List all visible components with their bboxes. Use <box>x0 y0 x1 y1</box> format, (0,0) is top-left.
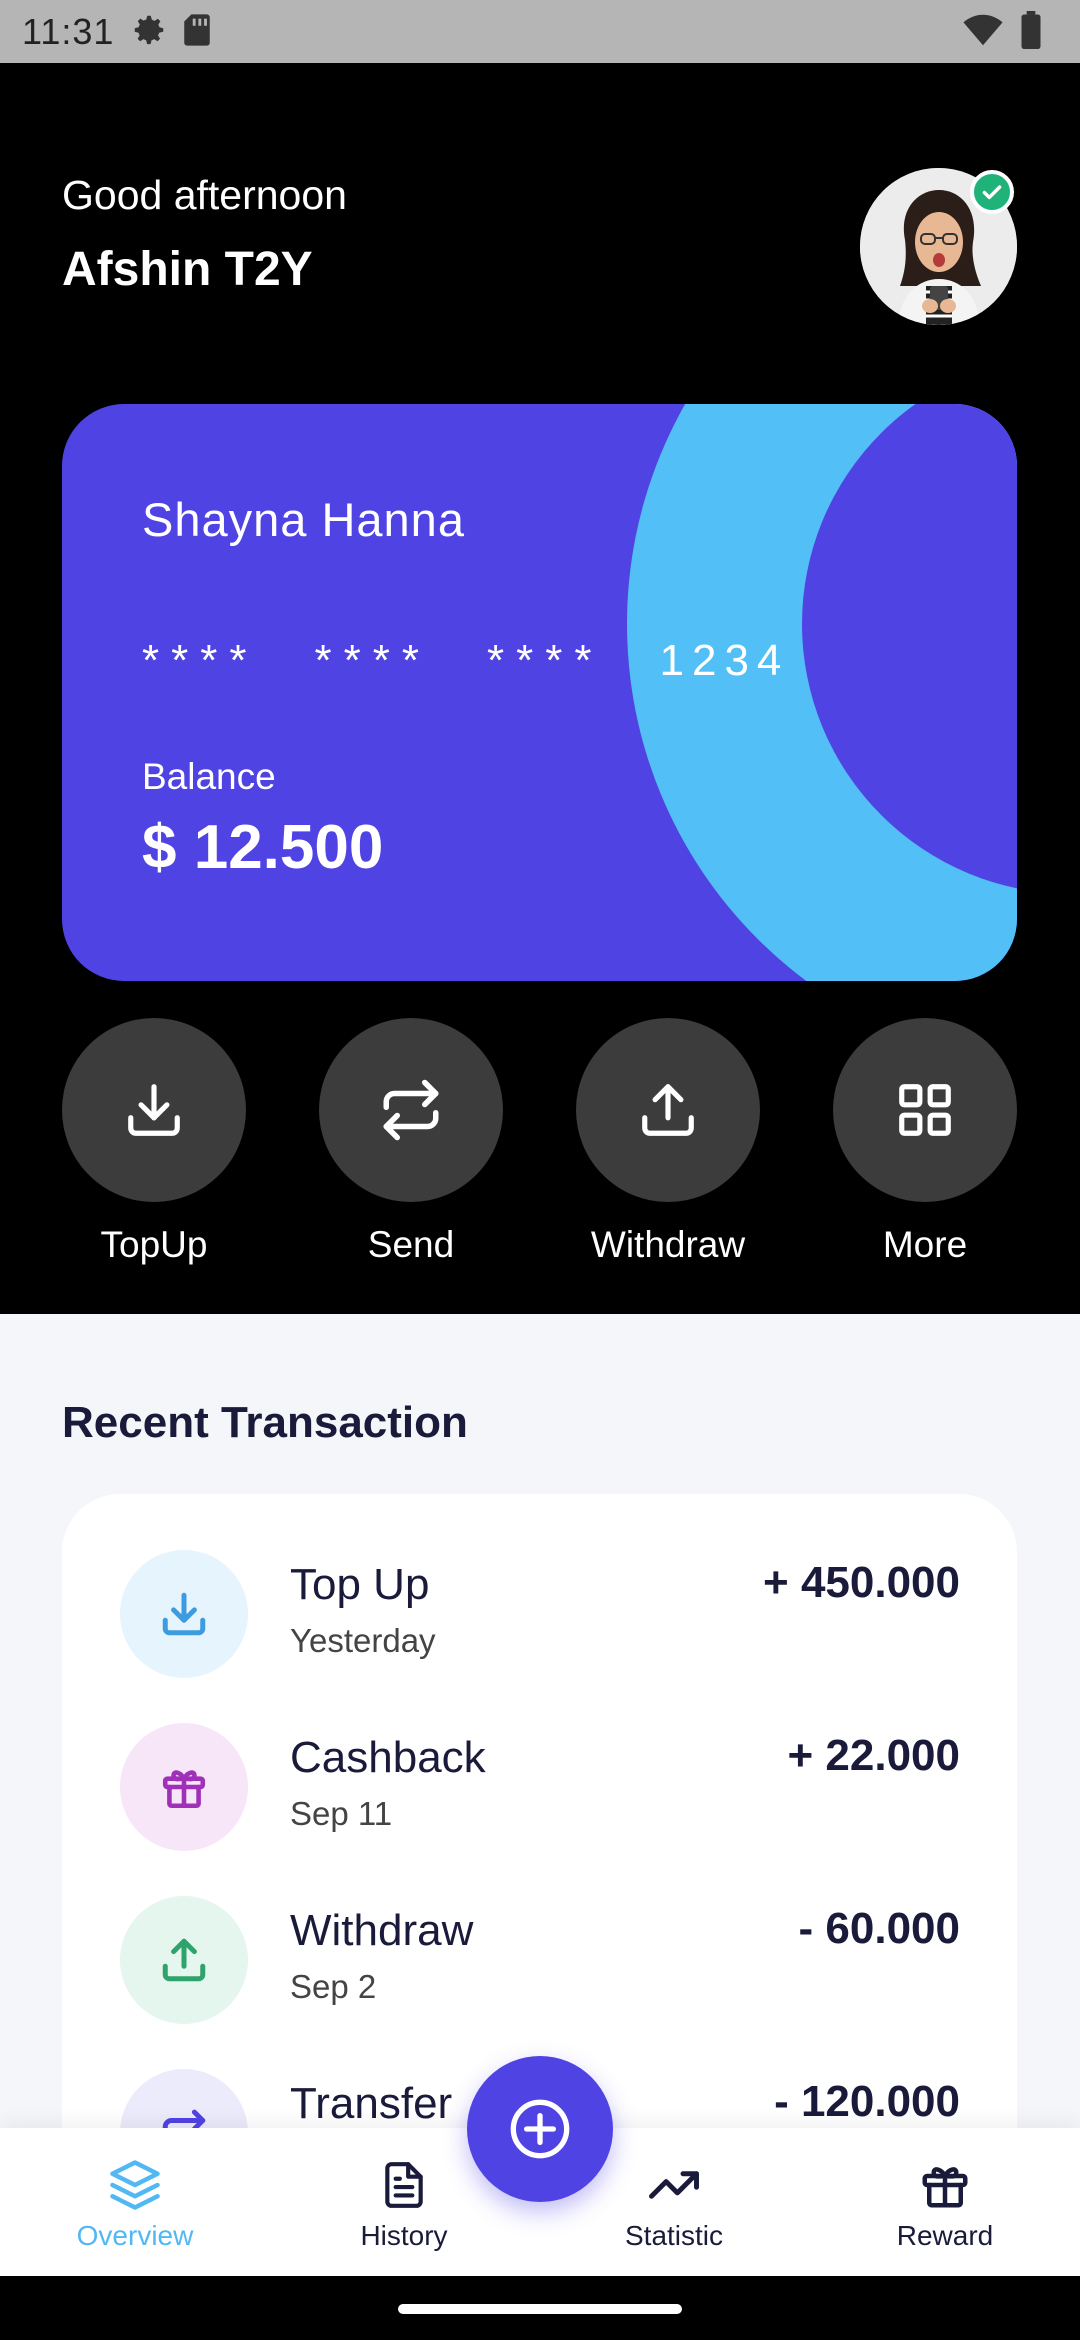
more-button[interactable] <box>833 1018 1017 1202</box>
card-number-group: **** <box>487 636 604 685</box>
nav-label: Reward <box>896 2220 994 2251</box>
nav-history[interactable]: History <box>304 2158 504 2252</box>
verified-badge-icon <box>970 170 1014 214</box>
greeting-text: Good afternoon <box>62 172 347 218</box>
balance-label: Balance <box>142 756 276 797</box>
card-number-group: **** <box>314 636 431 685</box>
transaction-amount: + 22.000 <box>787 1731 961 1780</box>
send-action[interactable]: Send <box>319 1018 503 1266</box>
document-icon <box>385 2162 423 2208</box>
add-button[interactable] <box>467 2056 613 2202</box>
layers-icon <box>110 2160 160 2210</box>
nav-label: History <box>360 2220 448 2251</box>
nav-overview[interactable]: Overview <box>35 2158 235 2252</box>
balance-value: $ 12.500 <box>142 813 384 882</box>
transaction-title: Withdraw <box>290 1906 474 1955</box>
more-label: More <box>882 1224 968 1265</box>
card-number-last4: 1234 <box>659 636 790 685</box>
download-icon <box>162 1592 206 1636</box>
wifi-icon <box>962 13 1004 51</box>
send-button[interactable] <box>319 1018 503 1202</box>
gift-icon <box>162 1770 206 1809</box>
gift-icon <box>922 2167 968 2208</box>
transaction-row[interactable]: Cashback Sep 11 + 22.000 <box>120 1723 960 1853</box>
home-gesture-handle[interactable] <box>398 2304 682 2314</box>
transaction-amount: - 60.000 <box>798 1904 960 1953</box>
topup-button[interactable] <box>62 1018 246 1202</box>
transaction-row[interactable]: Withdraw Sep 2 - 60.000 <box>120 1896 960 2026</box>
nav-label: Overview <box>76 2220 194 2251</box>
upload-icon <box>162 1938 206 1982</box>
payment-card[interactable]: Shayna Hanna **** **** **** 1234 Balance… <box>62 404 1017 981</box>
transaction-title: Transfer <box>290 2079 453 2128</box>
topup-action[interactable]: TopUp <box>62 1018 246 1266</box>
transaction-row[interactable]: Top Up Yesterday + 450.000 <box>120 1550 960 1680</box>
sd-card-icon <box>182 13 212 51</box>
app-screen: 11:31 Good afternoon Afshin T2Y Shayna H… <box>0 0 1080 2340</box>
nav-statistic[interactable]: Statistic <box>574 2158 774 2252</box>
quick-actions: TopUp Send Withdraw More <box>62 1018 1017 1278</box>
transaction-icon <box>120 1723 248 1851</box>
settings-icon <box>130 11 168 53</box>
grid-icon <box>899 1084 951 1136</box>
trending-up-icon <box>649 2171 699 2199</box>
transaction-amount: + 450.000 <box>763 1558 960 1607</box>
withdraw-action[interactable]: Withdraw <box>576 1018 760 1266</box>
nav-reward[interactable]: Reward <box>845 2158 1045 2252</box>
transaction-title: Top Up <box>290 1560 430 1609</box>
user-name: Afshin T2Y <box>62 243 313 296</box>
section-title: Recent Transaction <box>62 1398 468 1447</box>
transaction-icon <box>120 1550 248 1678</box>
card-decoration <box>627 404 1017 981</box>
transaction-amount: - 120.000 <box>774 2077 960 2126</box>
send-label: Send <box>367 1224 455 1265</box>
plus-circle-icon <box>510 2099 570 2159</box>
upload-icon <box>642 1084 694 1136</box>
status-time: 11:31 <box>22 10 115 52</box>
withdraw-button[interactable] <box>576 1018 760 1202</box>
withdraw-label: Withdraw <box>590 1224 746 1265</box>
transaction-title: Cashback <box>290 1733 486 1782</box>
card-number-group: **** <box>142 636 259 685</box>
card-holder-name: Shayna Hanna <box>142 493 465 546</box>
card-number: **** **** **** 1234 <box>142 636 789 686</box>
more-action[interactable]: More <box>833 1018 1017 1266</box>
nav-label: Statistic <box>624 2220 724 2251</box>
transfer-arrows-icon <box>383 1079 439 1141</box>
transaction-date: Sep 11 <box>290 1795 393 1832</box>
transaction-date: Yesterday <box>290 1622 436 1659</box>
battery-icon <box>1020 10 1042 53</box>
topup-label: TopUp <box>100 1224 208 1265</box>
transaction-date: Sep 2 <box>290 1968 377 2005</box>
transaction-icon <box>120 1896 248 2024</box>
download-icon <box>128 1084 180 1136</box>
status-bar: 11:31 <box>0 0 1080 63</box>
